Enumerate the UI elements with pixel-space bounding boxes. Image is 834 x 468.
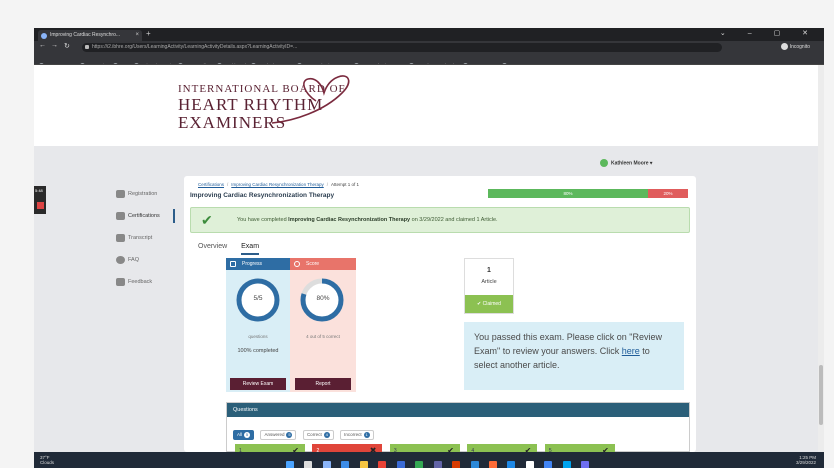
site-header: INTERNATIONAL BOARD OF HEART RHYTHM EXAM… <box>34 65 824 135</box>
article-count: 1 <box>487 267 491 274</box>
sidebar-nav: Registration Certifications Transcript F… <box>114 183 178 293</box>
article-credit-box: 1 Article ✔ Claimed <box>464 258 514 314</box>
score-panel: Score 80% 4 out of 5 correct Report <box>290 258 356 392</box>
progress-panel: Progress 5/5 questions 100% completed Re… <box>226 258 290 392</box>
tab-strip: Overview Exam <box>198 243 271 255</box>
bookmarks-bar: Home · AsanaDemo SiteADAUniversity Oasis… <box>34 54 824 65</box>
sidebar-item-feedback[interactable]: Feedback <box>114 271 178 293</box>
record-stop-icon[interactable] <box>37 202 44 209</box>
fail-segment: 20% <box>648 189 688 198</box>
browser-tab[interactable]: Improving Cardiac Resynchro... × <box>38 30 142 41</box>
taskbar-apps <box>286 456 595 468</box>
screenshot-frame: Improving Cardiac Resynchro... × + ⌄ – ▢… <box>0 0 834 468</box>
start-icon[interactable] <box>286 461 294 468</box>
forward-arrow-icon[interactable]: → <box>51 42 58 49</box>
report-button[interactable]: Report <box>295 378 351 390</box>
reload-icon[interactable]: ↻ <box>64 42 70 50</box>
favicon-icon <box>41 33 47 39</box>
pass-segment: 80% <box>488 189 648 198</box>
score-sub-label: 4 out of 5 correct <box>306 334 340 339</box>
tab-close-icon[interactable]: × <box>135 30 139 41</box>
address-bar[interactable]: https://i2.ibhre.org/Users/LearningActiv… <box>82 43 722 52</box>
incognito-indicator[interactable]: Incognito <box>780 43 810 52</box>
heart-logo-icon <box>271 75 350 124</box>
weather-widget[interactable]: 37°F Clouds <box>40 455 54 465</box>
incognito-icon <box>780 43 788 51</box>
browser-tab-bar: Improving Cardiac Resynchro... × + ⌄ – ▢… <box>34 28 824 41</box>
article-label: Article <box>481 279 497 285</box>
app-icon[interactable] <box>488 461 497 468</box>
system-clock[interactable]: 1:25 PM 3/29/2022 <box>796 455 816 465</box>
tab-exam[interactable]: Exam <box>241 243 260 255</box>
activity-card: Certifications / Improving Cardiac Resynch… <box>184 176 696 458</box>
sidebar-item-faq[interactable]: FAQ <box>114 249 178 271</box>
app-icon[interactable] <box>507 461 516 468</box>
recording-widget[interactable]: 5:48 <box>34 186 46 214</box>
user-menu[interactable]: Kathleen Moore ▾ <box>600 159 652 167</box>
home-icon <box>116 212 125 220</box>
outlook-icon[interactable] <box>396 461 405 468</box>
app-icon[interactable] <box>581 461 590 468</box>
app-icon[interactable] <box>562 461 571 468</box>
file-explorer-icon[interactable] <box>359 461 368 468</box>
claimed-badge: ✔ Claimed <box>465 295 513 313</box>
review-exam-button[interactable]: Review Exam <box>230 378 286 390</box>
search-icon[interactable] <box>304 461 313 468</box>
chrome-icon[interactable] <box>415 461 424 468</box>
question-icon <box>116 256 125 264</box>
questions-header: Questions <box>227 403 689 417</box>
breadcrumb-certifications-link[interactable]: Certifications <box>198 182 224 187</box>
url-text: https://i2.ibhre.org/Users/LearningActiv… <box>92 44 298 50</box>
web-page: INTERNATIONAL BOARD OF HEART RHYTHM EXAM… <box>34 65 824 458</box>
checkbox-icon <box>230 261 236 267</box>
transcript-icon <box>116 234 125 242</box>
top-margin <box>0 0 834 28</box>
select-article-link[interactable]: here <box>622 346 640 356</box>
desktop-screen: Improving Cardiac Resynchro... × + ⌄ – ▢… <box>34 28 824 468</box>
breadcrumb-current: Attempt 1 of 1 <box>331 182 360 187</box>
handshake-icon <box>116 190 125 198</box>
window-controls[interactable]: ⌄ – ▢ ✕ <box>720 29 818 37</box>
edge-icon[interactable] <box>341 461 350 468</box>
recording-time: 5:48 <box>35 188 43 193</box>
sidebar-item-transcript[interactable]: Transcript <box>114 227 178 249</box>
app-icon[interactable] <box>544 461 553 468</box>
progress-completed: 100% completed <box>237 348 279 354</box>
lock-icon <box>85 45 89 49</box>
breadcrumb-activity-link[interactable]: Improving Cardiac Resynchronization Ther… <box>231 182 323 187</box>
breadcrumb: Certifications / Improving Cardiac Resynch… <box>198 182 360 187</box>
magnifier-icon <box>294 261 300 267</box>
back-arrow-icon[interactable]: ← <box>39 42 46 49</box>
task-view-icon[interactable] <box>322 461 331 468</box>
questions-panel: Questions All 5 Answered 5 Correct 4 Incorr… <box>226 402 690 458</box>
sidebar-item-registration[interactable]: Registration <box>114 183 178 205</box>
completion-message: You have completed Improving Cardiac Res… <box>237 217 498 223</box>
tab-overview[interactable]: Overview <box>198 243 227 253</box>
new-tab-button[interactable]: + <box>146 29 151 38</box>
scrollbar-thumb[interactable] <box>819 365 823 425</box>
progress-sub-label: questions <box>248 334 268 339</box>
office-icon[interactable] <box>452 461 461 468</box>
progress-panel-header: Progress <box>226 258 290 270</box>
avatar-icon <box>600 159 608 167</box>
score-panel-header: Score <box>290 258 356 270</box>
progress-value: 5/5 <box>253 295 263 302</box>
completion-alert: ✔ You have completed Improving Cardiac R… <box>190 207 690 233</box>
page-title: Improving Cardiac Resynchronization Ther… <box>190 192 335 199</box>
score-progress-bar: 80% 20% <box>488 189 688 198</box>
page-scrollbar[interactable] <box>818 65 824 452</box>
chat-icon <box>116 278 125 286</box>
windows-taskbar: 37°F Clouds 1:25 PM 3/29/2022 <box>34 452 824 468</box>
app-icon[interactable] <box>525 461 534 468</box>
checkmark-icon: ✔ <box>201 212 213 228</box>
sidebar-item-certifications[interactable]: Certifications <box>114 205 178 227</box>
teams-icon[interactable] <box>433 461 442 468</box>
browser-toolbar: ← → ↻ https://i2.ibhre.org/Users/Learnin… <box>34 41 824 54</box>
score-value: 80% <box>316 295 330 302</box>
user-bar <box>34 135 824 146</box>
pass-message: You passed this exam. Please click on "R… <box>464 322 684 390</box>
app-icon[interactable] <box>378 461 387 468</box>
app-icon[interactable] <box>470 461 479 468</box>
tab-title: Improving Cardiac Resynchro... <box>50 32 121 38</box>
